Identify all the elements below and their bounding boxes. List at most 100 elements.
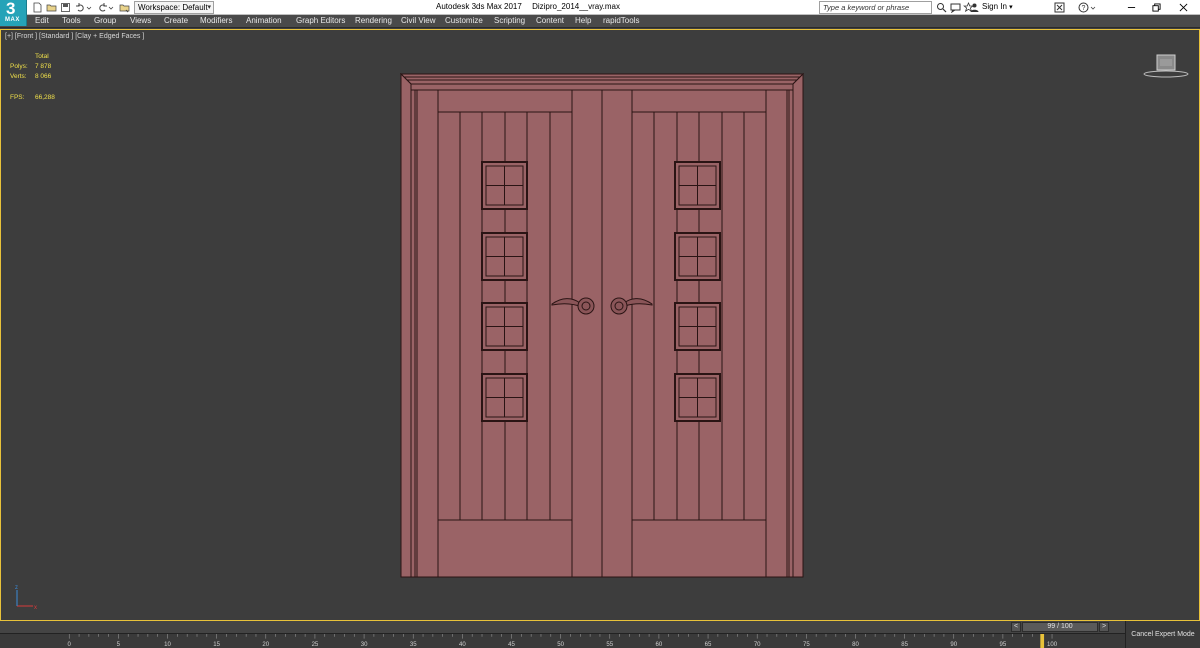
- ruler-tick-label: 90: [950, 642, 957, 648]
- door-frame-bevel-left: [400, 73, 412, 578]
- ruler-tick-label: 70: [754, 642, 761, 648]
- svg-text:?: ?: [1082, 5, 1086, 12]
- sign-in-button[interactable]: Sign In ▾: [982, 2, 1013, 11]
- sign-in-label: Sign In: [982, 2, 1007, 11]
- chevron-down-icon: ▾: [1009, 4, 1013, 11]
- ruler-tick-label: 50: [557, 642, 564, 648]
- ruler-tick-label: 55: [606, 642, 613, 648]
- menu-graph-editors[interactable]: Graph Editors: [296, 16, 345, 25]
- ruler-tick-label: 5: [117, 642, 121, 648]
- app-title: Autodesk 3ds Max 2017: [436, 2, 522, 11]
- menu-modifiers[interactable]: Modifiers: [200, 16, 232, 25]
- chevron-down-icon: ▾: [207, 4, 211, 11]
- menu-help[interactable]: Help: [575, 16, 591, 25]
- stats-polys-value: 7 878: [35, 63, 52, 70]
- time-slider-frame: 99 / 100: [1047, 623, 1073, 630]
- door-left-stile-outer: [416, 89, 439, 578]
- menu-rapidtools[interactable]: rapidTools: [603, 16, 639, 25]
- title-bar: 3 MAX Workspace: Default ▾ Autodesk 3ds …: [0, 0, 1200, 26]
- viewport-label-menu[interactable]: [+] [Front ] [Standard ] [Clay + Edged F…: [5, 33, 144, 40]
- workspace-dropdown[interactable]: Workspace: Default ▾: [134, 1, 214, 14]
- door-right-top-rail: [631, 89, 767, 113]
- communication-center-icon[interactable]: [950, 2, 961, 13]
- window-title: Autodesk 3ds Max 2017 Dizipro_2014__vray…: [436, 2, 628, 11]
- ruler-tick-label: 95: [1000, 642, 1007, 648]
- cancel-expert-mode-button[interactable]: Cancel Expert Mode: [1125, 621, 1200, 648]
- door-model[interactable]: [400, 73, 804, 579]
- stats-polys-label: Polys:: [10, 63, 28, 70]
- ruler-tick-label: 45: [508, 642, 515, 648]
- app-window: 3 MAX Workspace: Default ▾ Autodesk 3ds …: [0, 0, 1200, 648]
- help-dropdown-icon[interactable]: [1090, 2, 1096, 13]
- ruler-tick-label: 25: [312, 642, 319, 648]
- door-left-top-rail: [437, 89, 573, 113]
- menu-rendering[interactable]: Rendering: [355, 16, 392, 25]
- door-window: [481, 373, 528, 422]
- menu-animation[interactable]: Animation: [246, 16, 282, 25]
- stats-verts-label: Verts:: [10, 73, 27, 80]
- door-window: [481, 161, 528, 210]
- door-window: [674, 232, 721, 281]
- menu-edit[interactable]: Edit: [35, 16, 49, 25]
- minimize-button[interactable]: [1120, 0, 1142, 15]
- door-right-stile-inner: [601, 89, 633, 578]
- stats-fps-label: FPS:: [10, 94, 25, 101]
- undo-dropdown-icon[interactable]: [86, 2, 92, 13]
- close-button[interactable]: [1172, 0, 1194, 15]
- ruler-tick-label: 40: [459, 642, 466, 648]
- time-slider-next-button[interactable]: >: [1099, 622, 1109, 632]
- stats-total-label: Total: [35, 53, 49, 60]
- menu-tools[interactable]: Tools: [62, 16, 81, 25]
- stats-verts-value: 8 066: [35, 73, 52, 80]
- door-window: [481, 302, 528, 351]
- menu-group[interactable]: Group: [94, 16, 116, 25]
- menu-content[interactable]: Content: [536, 16, 564, 25]
- time-ruler[interactable]: 0 5 10 15 20 25 30 35 40 45 50 55 60 65 70 75 80 85 90 95 10…: [0, 633, 1125, 648]
- ruler-tick-label: 100: [1047, 642, 1058, 648]
- door-window: [674, 161, 721, 210]
- ruler-tick-label: 85: [901, 642, 908, 648]
- exchange-apps-icon[interactable]: [1054, 2, 1065, 13]
- menu-customize[interactable]: Customize: [445, 16, 483, 25]
- ruler-tick-label: 30: [361, 642, 368, 648]
- project-folder-icon[interactable]: [119, 2, 130, 13]
- menu-civil-view[interactable]: Civil View: [401, 16, 436, 25]
- front-viewport[interactable]: [+] [Front ] [Standard ] [Clay + Edged F…: [0, 29, 1200, 621]
- help-icon[interactable]: ?: [1078, 2, 1089, 13]
- undo-icon[interactable]: [75, 2, 86, 13]
- ruler-tick-label: 65: [705, 642, 712, 648]
- ruler-tick-label: 35: [410, 642, 417, 648]
- open-folder-icon[interactable]: [46, 2, 57, 13]
- door-frame-bevel-right: [792, 73, 804, 578]
- axis-tripod-icon: x z: [15, 585, 37, 611]
- svg-text:x: x: [34, 605, 37, 611]
- door-window: [674, 373, 721, 422]
- menu-scripting[interactable]: Scripting: [494, 16, 525, 25]
- svg-text:z: z: [15, 585, 18, 591]
- app-logo-subtext: MAX: [5, 17, 20, 23]
- ruler-tick-label: 80: [852, 642, 859, 648]
- save-icon[interactable]: [60, 2, 71, 13]
- redo-icon[interactable]: [97, 2, 108, 13]
- time-slider[interactable]: 99 / 100: [1022, 622, 1098, 632]
- app-logo-button[interactable]: 3 MAX: [0, 0, 27, 26]
- menu-views[interactable]: Views: [130, 16, 151, 25]
- restore-button[interactable]: [1145, 0, 1167, 15]
- stats-fps-value: 66,288: [35, 94, 55, 101]
- current-frame-marker[interactable]: [1040, 634, 1045, 648]
- search-input[interactable]: Type a keyword or phrase: [819, 1, 932, 14]
- door-right-bottom-panel: [631, 519, 767, 578]
- viewcube-icon[interactable]: [1143, 52, 1189, 80]
- redo-dropdown-icon[interactable]: [108, 2, 114, 13]
- time-slider-prev-button[interactable]: <: [1011, 622, 1021, 632]
- door-frame-bevel-top: [400, 73, 804, 85]
- new-file-icon[interactable]: [32, 2, 43, 13]
- menu-create[interactable]: Create: [164, 16, 188, 25]
- ruler-tick-label: 15: [213, 642, 220, 648]
- user-icon[interactable]: [969, 2, 980, 13]
- ruler-tick-label: 20: [262, 642, 269, 648]
- door-left-stile-inner: [571, 89, 603, 578]
- ruler-tick-label: 0: [68, 642, 72, 648]
- search-icon[interactable]: [936, 2, 947, 13]
- file-name: Dizipro_2014__vray.max: [532, 2, 620, 11]
